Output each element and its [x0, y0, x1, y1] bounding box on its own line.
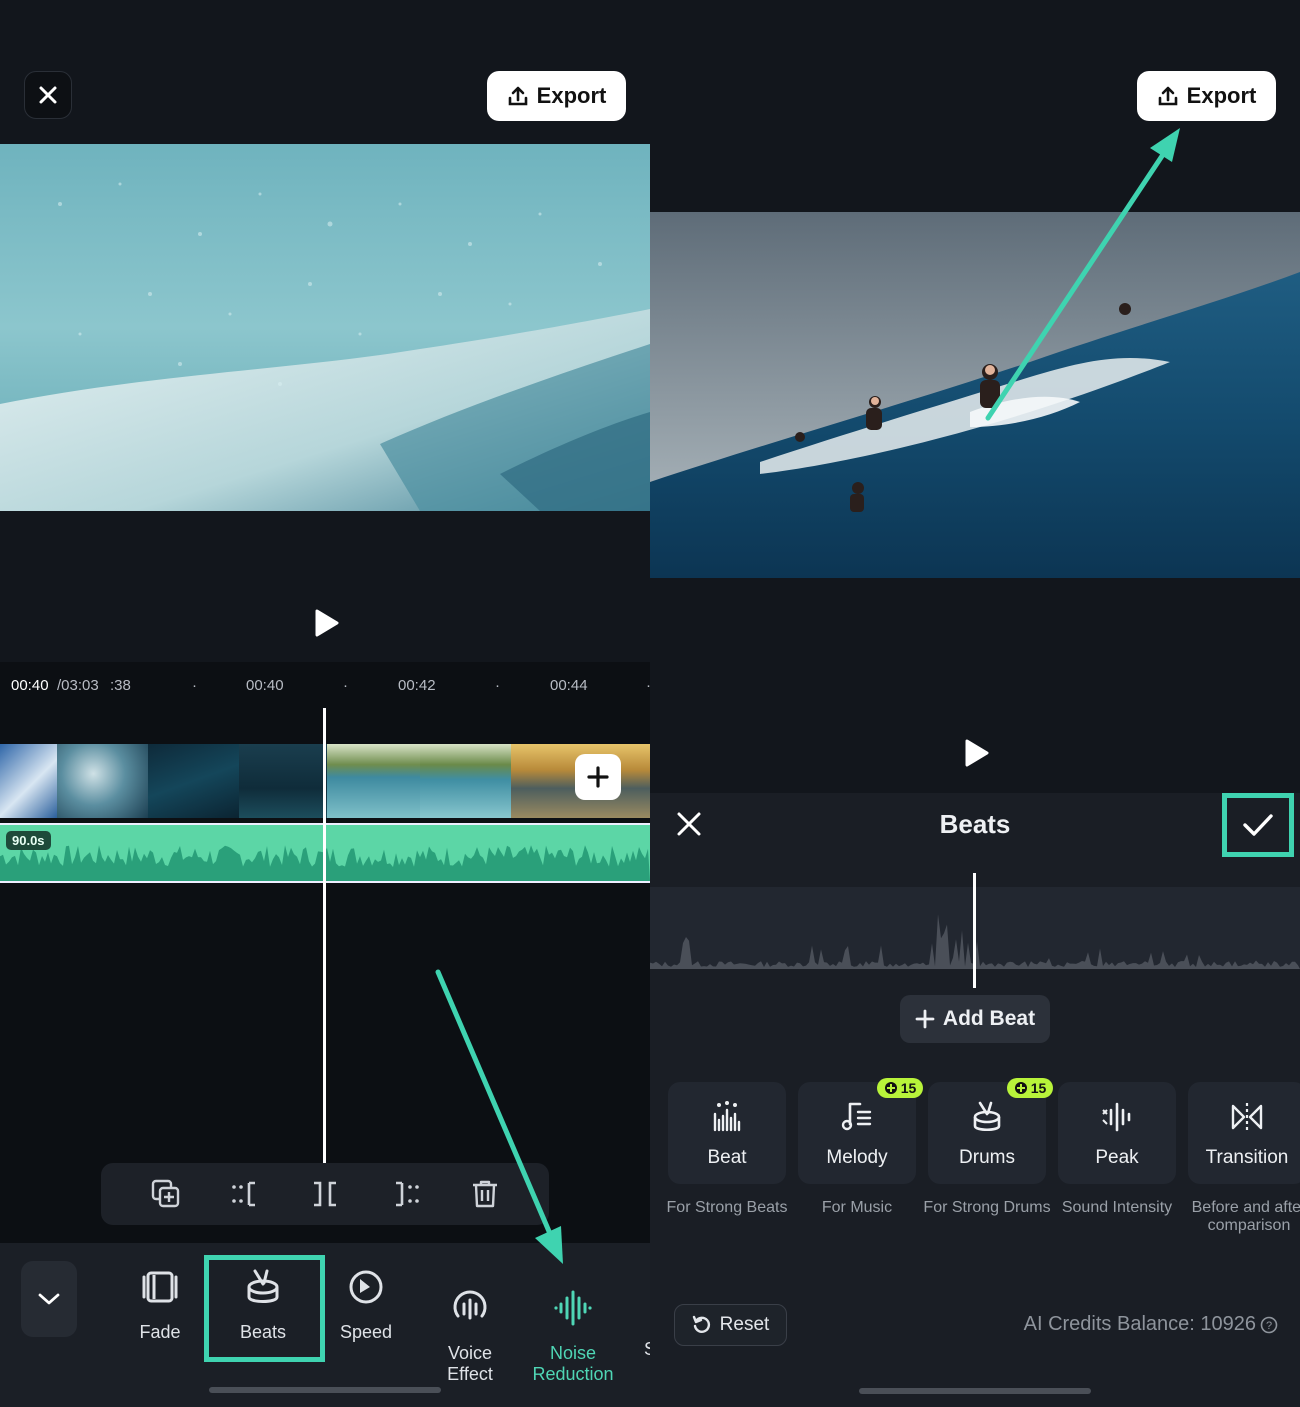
reset-button[interactable]: Reset	[674, 1304, 787, 1346]
sheet-title: Beats	[939, 809, 1011, 839]
add-beat-button[interactable]: Add Beat	[900, 995, 1050, 1043]
drums-description: For Strong Drums	[923, 1199, 1051, 1216]
drums-credit-badge: 15	[1007, 1078, 1053, 1098]
export-label: Export	[536, 83, 607, 108]
ruler-tick-label: 00:40	[246, 677, 284, 694]
svg-text:?: ?	[1266, 1320, 1272, 1332]
clip-thumbnail[interactable]	[57, 744, 148, 818]
fade-icon	[142, 1271, 178, 1303]
beats-playhead[interactable]	[973, 873, 976, 988]
underwater-wave-image	[0, 144, 650, 511]
fade-button[interactable]: Fade	[110, 1267, 210, 1343]
clip-thumbnail[interactable]	[327, 744, 420, 818]
chevron-down-icon	[38, 1293, 60, 1305]
melody-label: Melody	[826, 1147, 888, 1168]
noise-reduction-label: Noise Reduction	[532, 1343, 614, 1384]
beats-sheet: Beats Add Beat Beat Melody Drums Peak Tr…	[650, 793, 1300, 1407]
speed-button[interactable]: Speed	[316, 1267, 416, 1343]
play-button[interactable]	[311, 608, 341, 638]
upload-icon	[1158, 86, 1177, 106]
ruler-tick-label: 00:42	[398, 677, 436, 694]
peak-option[interactable]: Peak	[1058, 1082, 1176, 1184]
total-timecode: /03:03	[57, 677, 99, 694]
current-timecode: 00:40	[11, 677, 49, 694]
ruler-tick-label: 00:44	[550, 677, 588, 694]
melody-description: For Music	[821, 1199, 893, 1216]
ai-credits-balance: AI Credits Balance: 10926 ?	[1024, 1313, 1278, 1336]
beats-panel: Export Beats Add Beat Beat Melody Drums …	[650, 0, 1300, 1407]
beat-description: For Strong Beats	[666, 1199, 788, 1216]
peak-description: Sound Intensity	[1061, 1199, 1173, 1216]
close-button[interactable]	[24, 71, 72, 119]
plus-icon	[915, 1009, 935, 1029]
plus-icon	[587, 766, 609, 788]
peak-label: Peak	[1095, 1147, 1139, 1168]
speed-label: Speed	[339, 1322, 393, 1342]
home-indicator	[209, 1387, 441, 1393]
confirm-button[interactable]	[1222, 793, 1294, 857]
duplicate-icon[interactable]	[149, 1177, 183, 1211]
transition-option[interactable]: Transition	[1188, 1082, 1300, 1184]
help-icon[interactable]: ?	[1260, 1316, 1278, 1334]
add-clip-button[interactable]	[575, 754, 621, 800]
transition-description: Before and after comparison	[1191, 1199, 1300, 1234]
split-left-icon[interactable]	[229, 1177, 263, 1211]
clip-thumbnail[interactable]	[420, 744, 511, 818]
beat-option[interactable]: Beat	[668, 1082, 786, 1184]
home-indicator	[859, 1388, 1091, 1394]
drums-label: Drums	[959, 1147, 1015, 1168]
reset-label: Reset	[719, 1314, 770, 1335]
bottom-toolbar: Fade Beats Speed Voice Effect Noise Redu…	[0, 1243, 650, 1407]
clip-edit-toolbar	[101, 1163, 549, 1225]
timeline-ruler[interactable]: 00:40 /03:03 :38 · 00:40 · 00:42 · 00:44…	[0, 662, 650, 710]
noise-reduction-button[interactable]: Noise Reduction	[523, 1267, 623, 1406]
reset-icon	[692, 1315, 710, 1333]
drum-icon	[973, 1101, 1001, 1132]
checkmark-icon	[1243, 814, 1273, 836]
peak-icon	[1102, 1102, 1131, 1132]
fade-label: Fade	[139, 1322, 181, 1342]
noise-reduction-icon	[554, 1290, 592, 1326]
credit-icon	[884, 1082, 897, 1094]
export-button[interactable]: Export	[1137, 71, 1276, 121]
video-preview[interactable]	[0, 144, 650, 511]
editor-panel: Export 00:40 /03:03:38 · 00:40 · 00:42 …	[0, 0, 650, 1407]
speed-icon	[349, 1270, 383, 1304]
beats-highlight	[204, 1255, 325, 1362]
beat-icon	[713, 1101, 741, 1132]
audio-duration-badge: 90.0s	[6, 831, 51, 850]
timeline-playhead[interactable]	[323, 708, 326, 1166]
collapse-toolbar-button[interactable]	[21, 1261, 77, 1337]
beat-label: Beat	[707, 1147, 747, 1168]
melody-icon	[841, 1102, 872, 1131]
voice-effect-label: Voice Effect	[447, 1343, 493, 1384]
split-right-icon[interactable]	[388, 1177, 422, 1211]
upload-icon	[508, 86, 527, 106]
ruler-tick-label: :38	[110, 677, 131, 694]
delete-icon[interactable]	[468, 1177, 502, 1211]
transition-icon	[1231, 1103, 1263, 1131]
add-beat-label: Add Beat	[942, 1007, 1036, 1030]
export-label: Export	[1186, 83, 1257, 108]
melody-credit-count: 15	[900, 1080, 917, 1096]
play-button[interactable]	[961, 738, 991, 768]
split-icon[interactable]	[308, 1177, 342, 1211]
clip-thumbnail[interactable]	[0, 744, 57, 818]
clip-thumbnail[interactable]	[148, 744, 239, 818]
close-icon	[39, 86, 57, 104]
video-preview[interactable]	[650, 212, 1300, 578]
clip-thumbnail[interactable]	[239, 744, 327, 818]
drums-credit-count: 15	[1030, 1080, 1047, 1096]
transition-label: Transition	[1205, 1147, 1289, 1168]
credit-icon	[1014, 1082, 1027, 1094]
surfing-wave-image	[650, 212, 1300, 578]
export-button[interactable]: Export	[487, 71, 626, 121]
voice-effect-icon	[453, 1290, 487, 1320]
ai-credits-label: AI Credits Balance: 10926	[1023, 1313, 1256, 1335]
voice-effect-button[interactable]: Voice Effect	[420, 1267, 520, 1406]
melody-credit-badge: 15	[877, 1078, 923, 1098]
